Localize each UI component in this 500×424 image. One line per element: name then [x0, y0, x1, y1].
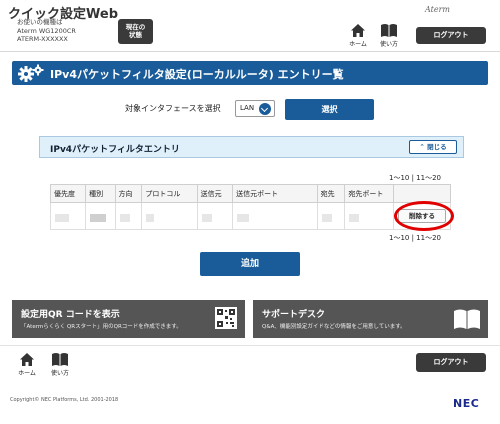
- support-banner-title: サポートデスク: [262, 310, 326, 320]
- footer-divider: [0, 345, 500, 346]
- filter-entry-table: 優先度 種別 方向 プロトコル 送信元 送信元ポート 宛先 宛先ポート 削除する: [49, 184, 452, 230]
- interface-select-label: 対象インタフェースを選択: [125, 104, 221, 113]
- column-header: 宛先: [316, 184, 346, 203]
- interface-select[interactable]: LAN: [235, 100, 275, 117]
- column-header: [392, 184, 452, 203]
- status-button-line1: 現在の: [125, 23, 146, 31]
- support-desk-banner[interactable]: サポートデスク Q&A、機能別設定ガイドなどの情報をご用意しています。: [253, 300, 488, 338]
- page-title: IPv4パケットフィルタ設定(ローカルルータ) エントリー覧: [50, 68, 344, 81]
- column-header: 種別: [85, 184, 116, 203]
- device-label: お使いの機種は: [17, 18, 63, 26]
- cell-protocol: [141, 202, 198, 230]
- gear-icon: [18, 64, 44, 82]
- guide-nav[interactable]: 使い方: [374, 23, 404, 48]
- cell-priority: [49, 202, 87, 230]
- cell-destination: [316, 202, 346, 230]
- column-header: 方向: [114, 184, 143, 203]
- book-icon: [52, 353, 68, 366]
- column-header: 送信元ポート: [232, 184, 318, 203]
- current-status-button[interactable]: 現在の 状態: [118, 19, 153, 44]
- interface-select-value: LAN: [240, 104, 255, 112]
- cell-source-port: [232, 202, 318, 230]
- aterm-logo: Aterm: [425, 5, 450, 14]
- cell-direction: [114, 202, 143, 230]
- column-header: プロトコル: [141, 184, 198, 203]
- column-header: 宛先ポート: [344, 184, 394, 203]
- support-banner-subtitle: Q&A、機能別設定ガイドなどの情報をご用意しています。: [262, 324, 406, 330]
- footer-guide-nav[interactable]: 使い方: [45, 352, 75, 377]
- book-icon: [381, 24, 397, 37]
- status-button-line2: 状態: [129, 31, 142, 39]
- footer-home-nav[interactable]: ホーム: [12, 352, 42, 377]
- chevron-up-icon: ⌃: [419, 143, 425, 151]
- qr-banner-title: 設定用QR コードを表示: [21, 310, 120, 320]
- column-header: 送信元: [196, 184, 234, 203]
- home-nav[interactable]: ホーム: [343, 23, 373, 48]
- footer-logout-button[interactable]: ログアウト: [416, 353, 486, 372]
- footer-home-label: ホーム: [18, 370, 36, 377]
- cell-destination-port: [344, 202, 394, 230]
- close-section-label: 閉じる: [427, 143, 447, 151]
- device-model: Aterm WG1200CR: [17, 26, 76, 35]
- device-info: お使いの機種は Aterm WG1200CR ATERM-XXXXXX: [17, 18, 76, 44]
- guide-label: 使い方: [379, 41, 398, 48]
- pager-bottom[interactable]: 1～10 | 11～20: [389, 233, 441, 243]
- column-header: 優先度: [49, 184, 87, 203]
- select-button[interactable]: 選択: [285, 99, 374, 120]
- chevron-down-icon: [259, 103, 271, 115]
- device-id: ATERM-XXXXXX: [17, 35, 68, 43]
- home-label: ホーム: [349, 41, 367, 48]
- nec-logo: NEC: [453, 397, 480, 410]
- close-section-button[interactable]: ⌃ 閉じる: [409, 140, 457, 154]
- pager-top[interactable]: 1～10 | 11～20: [389, 173, 441, 183]
- footer-guide-label: 使い方: [50, 370, 69, 377]
- highlight-circle: [394, 201, 454, 231]
- copyright-text: Copyright© NEC Platforms, Ltd. 2001-2018: [10, 397, 119, 403]
- page-title-bar: IPv4パケットフィルタ設定(ローカルルータ) エントリー覧: [12, 61, 488, 85]
- qr-code-icon: [215, 307, 237, 329]
- add-button[interactable]: 追加: [200, 252, 300, 276]
- cell-source: [196, 202, 234, 230]
- cell-type: [85, 202, 116, 230]
- table-row: 削除する: [49, 202, 452, 230]
- open-book-icon: [454, 309, 480, 329]
- home-icon: [351, 24, 365, 37]
- section-header: IPv4パケットフィルタエントリ ⌃ 閉じる: [39, 136, 464, 158]
- header: クイック設定Web お使いの機種は Aterm WG1200CR ATERM-X…: [0, 0, 500, 52]
- home-icon: [20, 353, 34, 366]
- logout-button[interactable]: ログアウト: [416, 27, 486, 44]
- qr-code-banner[interactable]: 設定用QR コードを表示 「Atermらくらく QRスタート」用のQRコードを作…: [12, 300, 245, 338]
- qr-banner-subtitle: 「Atermらくらく QRスタート」用のQRコードを作成できます。: [21, 324, 182, 330]
- section-title: IPv4パケットフィルタエントリ: [50, 145, 180, 155]
